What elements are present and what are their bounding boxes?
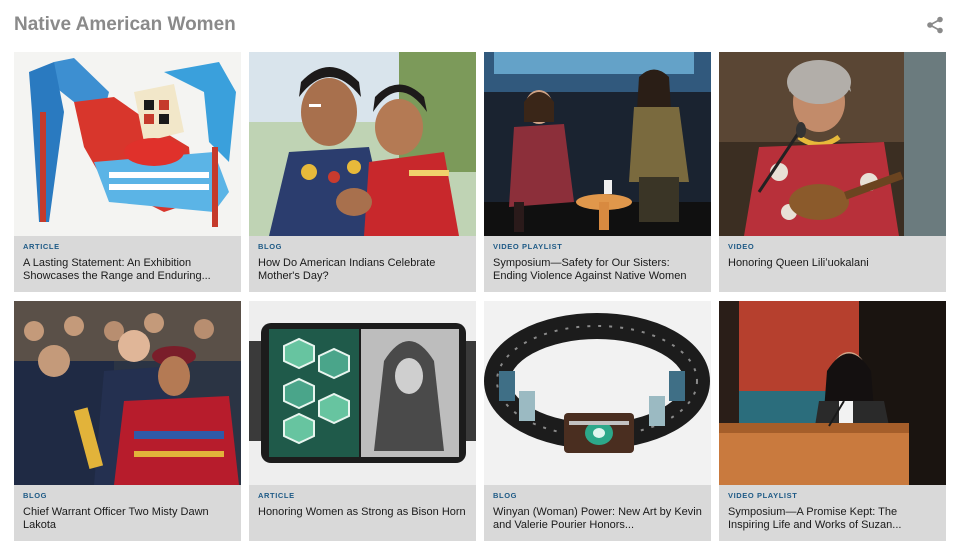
page-header: Native American Women — [0, 0, 954, 50]
card-type-label: BLOG — [258, 242, 283, 251]
card-type-label: VIDEO PLAYLIST — [728, 491, 798, 500]
card-title[interactable]: Winyan (Woman) Power: New Art by Kevin a… — [493, 506, 705, 531]
card-image-buckle — [249, 301, 476, 485]
card-title[interactable]: Symposium—A Promise Kept: The Inspiring … — [728, 506, 940, 531]
card-winyan-power[interactable]: BLOG Winyan (Woman) Power: New Art by Ke… — [484, 301, 711, 541]
card-image-mother-daughter — [249, 52, 476, 236]
card-image-military-ceremony — [14, 301, 241, 485]
card-queen-liliuokalani[interactable]: VIDEO Honoring Queen Liliʻuokalani — [719, 52, 946, 292]
card-title[interactable]: Honoring Women as Strong as Bison Horn — [258, 506, 470, 519]
card-image-ukulele-performer — [719, 52, 946, 236]
page-title: Native American Women — [14, 14, 236, 35]
card-title[interactable]: How Do American Indians Celebrate Mother… — [258, 257, 470, 282]
card-a-promise-kept[interactable]: VIDEO PLAYLIST Symposium—A Promise Kept:… — [719, 301, 946, 541]
card-title[interactable]: Honoring Queen Liliʻuokalani — [728, 257, 940, 270]
card-mothers-day[interactable]: BLOG How Do American Indians Celebrate M… — [249, 52, 476, 292]
card-type-label: ARTICLE — [23, 242, 60, 251]
card-type-label: VIDEO — [728, 242, 755, 251]
card-type-label: BLOG — [493, 491, 518, 500]
card-title[interactable]: Chief Warrant Officer Two Misty Dawn Lak… — [23, 506, 235, 531]
card-bison-horn[interactable]: ARTICLE Honoring Women as Strong as Biso… — [249, 301, 476, 541]
content-grid: ARTICLE A Lasting Statement: An Exhibiti… — [14, 52, 946, 542]
card-image-beaded-heels — [14, 52, 241, 236]
card-safety-for-our-sisters[interactable]: VIDEO PLAYLIST Symposium—Safety for Our … — [484, 52, 711, 292]
card-type-label: VIDEO PLAYLIST — [493, 242, 563, 251]
card-lasting-statement[interactable]: ARTICLE A Lasting Statement: An Exhibiti… — [14, 52, 241, 292]
card-type-label: ARTICLE — [258, 491, 295, 500]
card-type-label: BLOG — [23, 491, 48, 500]
share-icon[interactable] — [926, 16, 944, 34]
card-title[interactable]: Symposium—Safety for Our Sisters: Ending… — [493, 257, 705, 282]
card-misty-dawn-lakota[interactable]: BLOG Chief Warrant Officer Two Misty Daw… — [14, 301, 241, 541]
card-title[interactable]: A Lasting Statement: An Exhibition Showc… — [23, 257, 235, 282]
card-image-symposium-panel — [484, 52, 711, 236]
card-image-speaker-podium — [719, 301, 946, 485]
card-image-belt — [484, 301, 711, 485]
